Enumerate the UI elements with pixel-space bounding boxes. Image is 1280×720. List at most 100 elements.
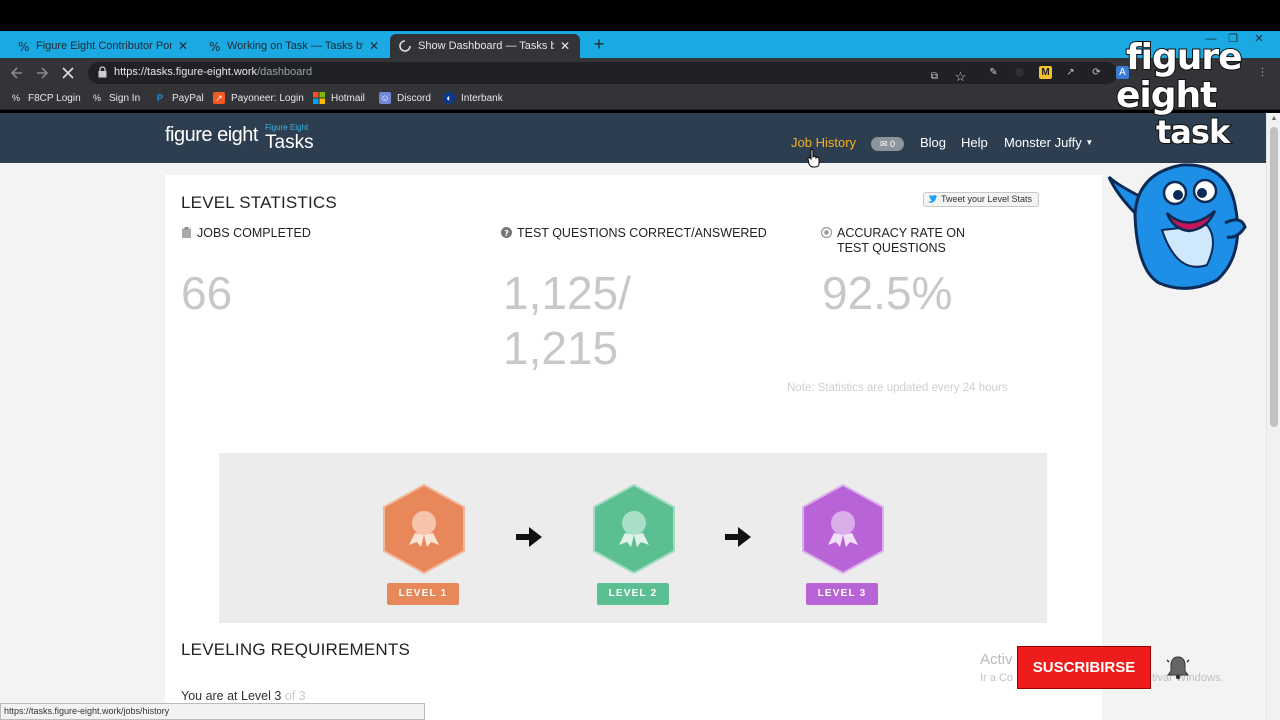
leveling-requirements-title: LEVELING REQUIREMENTS — [181, 640, 411, 659]
tab-show-dashboard[interactable]: Show Dashboard — Tasks by Fig ✕ — [390, 34, 580, 58]
figure-eight-favicon-icon: % — [207, 39, 221, 54]
bookmark-discord[interactable]: ☺ Discord — [379, 92, 431, 104]
bookmark-payoneer[interactable]: ↗ Payoneer: Login — [213, 92, 304, 104]
pen-extension-icon[interactable]: ✎ — [987, 66, 1000, 79]
tweet-label: Tweet your Level Stats — [941, 194, 1033, 204]
nav-help[interactable]: Help — [961, 135, 988, 150]
back-arrow-icon[interactable] — [9, 65, 25, 81]
hand-cursor-icon — [807, 148, 820, 168]
chart-extension-icon[interactable]: ↗ — [1064, 66, 1077, 79]
bookmark-label: Payoneer: Login — [231, 92, 304, 104]
stop-loading-icon[interactable] — [60, 65, 76, 81]
current-level-prefix: You are at Level 3 — [181, 689, 282, 703]
microsoft-icon — [313, 92, 325, 104]
accuracy-rate-value: 92.5% — [822, 267, 953, 319]
m-extension-icon[interactable]: M — [1039, 66, 1052, 79]
translate-icon[interactable]: ⧉ — [928, 70, 941, 83]
twitter-bird-icon — [928, 195, 938, 203]
stats-update-note: Note: Statistics are updated every 24 ho… — [787, 382, 1008, 394]
lock-icon — [98, 66, 107, 78]
tab-label: Working on Task — Tasks by Fig — [227, 40, 363, 52]
forward-arrow-icon[interactable] — [34, 65, 50, 81]
page-body: LEVEL STATISTICS Tweet your Level Stats … — [0, 163, 1266, 720]
acc-label-line1: ACCURACY RATE ON — [837, 226, 966, 240]
level-1-label: LEVEL 1 — [387, 583, 459, 605]
browser-tab-bar: % Figure Eight Contributor Portal ✕ % Wo… — [0, 31, 1280, 58]
site-header: figure eight Figure Eight Tasks Job Hist… — [0, 113, 1266, 163]
activate-windows-subtitle: Ir a Co — [980, 672, 1014, 684]
user-name: Monster Juffy — [1004, 135, 1082, 150]
tq-label-text: TEST QUESTIONS CORRECT/ANSWERED — [517, 226, 767, 240]
level-progression-panel: LEVEL 1 LEVEL 2 LEVEL 3 — [219, 453, 1047, 623]
figure-eight-favicon-icon: % — [16, 39, 30, 54]
current-level-text: You are at Level 3 of 3 — [181, 689, 306, 703]
tab-close-icon[interactable]: ✕ — [176, 39, 190, 53]
tab-contributor-portal[interactable]: % Figure Eight Contributor Portal ✕ — [8, 34, 198, 58]
scroll-thumb[interactable] — [1270, 127, 1278, 427]
figure-eight-logo[interactable]: figure eight — [165, 124, 258, 147]
bookmark-label: Hotmail — [331, 92, 365, 104]
level-3-badge: LEVEL 3 — [800, 483, 890, 605]
test-questions-label: ? TEST QUESTIONS CORRECT/ANSWERED — [501, 226, 767, 241]
level-2-label: LEVEL 2 — [597, 583, 669, 605]
chrome-menu-icon[interactable]: ⋮ — [1256, 66, 1269, 79]
svg-text:%: % — [209, 40, 220, 53]
figure-eight-favicon-icon: % — [92, 93, 101, 103]
logo-subtitle: Figure Eight — [265, 123, 309, 132]
activate-windows-title: Activ — [980, 651, 1013, 668]
test-questions-value-line1: 1,125/ — [503, 267, 631, 319]
tab-label: Figure Eight Contributor Portal — [36, 40, 172, 52]
interbank-icon: ◐ — [443, 92, 455, 104]
level-1-badge: LEVEL 1 — [381, 483, 471, 605]
level-2-badge: LEVEL 2 — [591, 483, 681, 605]
watermark-line-3: task — [1155, 113, 1231, 151]
bookmark-sign-in[interactable]: % Sign In — [91, 92, 140, 104]
page-scrollbar[interactable]: ▲ — [1266, 113, 1280, 720]
bookmark-interbank[interactable]: ◐ Interbank — [443, 92, 503, 104]
sync-extension-icon[interactable]: ⟳ — [1090, 66, 1103, 79]
svg-text:%: % — [18, 40, 29, 53]
nav-user-menu[interactable]: Monster Juffy ▼ — [1004, 135, 1093, 150]
tab-working-on-task[interactable]: % Working on Task — Tasks by Fig ✕ — [199, 34, 389, 58]
watermark-line-1: figure — [1125, 37, 1244, 78]
level-3-hexagon-icon — [802, 483, 884, 575]
subscribe-button[interactable]: SUSCRIBIRSE — [1017, 646, 1151, 689]
bookmark-f8cp-login[interactable]: % F8CP Login — [10, 92, 81, 104]
right-arrow-icon — [725, 527, 751, 547]
jobs-completed-value: 66 — [181, 267, 233, 319]
url-path: /dashboard — [257, 66, 313, 78]
jobs-label-text: JOBS COMPLETED — [197, 226, 311, 240]
tweet-level-stats-button[interactable]: Tweet your Level Stats — [923, 192, 1039, 207]
url-host: https://tasks.figure-eight.work — [114, 66, 258, 78]
bookmark-label: Sign In — [109, 92, 141, 104]
logo-product-name: Tasks — [265, 132, 314, 153]
blue-monster-mascot-icon — [1107, 163, 1247, 290]
right-arrow-icon — [516, 527, 542, 547]
level-1-hexagon-icon — [383, 483, 465, 575]
screen-top-strip — [0, 0, 1280, 31]
test-questions-value-line2: 1,215 — [503, 322, 619, 374]
tab-close-icon[interactable]: ✕ — [367, 39, 381, 53]
bookmark-hotmail[interactable]: Hotmail — [313, 92, 365, 104]
status-bar-link-preview: https://tasks.figure-eight.work/jobs/his… — [0, 703, 425, 720]
paypal-icon: P — [156, 93, 163, 103]
target-icon — [821, 227, 832, 238]
current-level-suffix: of 3 — [281, 689, 306, 703]
scroll-up-icon[interactable]: ▲ — [1270, 115, 1278, 122]
address-bar[interactable]: https://tasks.figure-eight.work/dashboar… — [88, 62, 1118, 84]
nav-job-history[interactable]: Job History — [791, 135, 856, 150]
bookmark-label: PayPal — [172, 92, 204, 104]
extension-circle-icon[interactable]: ◎ — [1013, 66, 1026, 79]
level-statistics-card: LEVEL STATISTICS Tweet your Level Stats … — [165, 175, 1102, 635]
bookmark-label: Discord — [397, 92, 431, 104]
messages-badge[interactable]: ✉ 0 — [871, 137, 904, 151]
bookmark-paypal[interactable]: P PayPal — [154, 92, 204, 104]
level-statistics-title: LEVEL STATISTICS — [181, 193, 337, 212]
svg-text:?: ? — [504, 229, 509, 238]
nav-blog[interactable]: Blog — [920, 135, 946, 150]
tab-close-icon[interactable]: ✕ — [558, 39, 572, 53]
new-tab-button[interactable]: + — [590, 35, 608, 53]
figure-eight-task-watermark-logo: figure eight task — [1112, 37, 1252, 152]
notification-bell-icon[interactable] — [1165, 654, 1191, 680]
bookmark-star-icon[interactable]: ☆ — [954, 70, 967, 83]
